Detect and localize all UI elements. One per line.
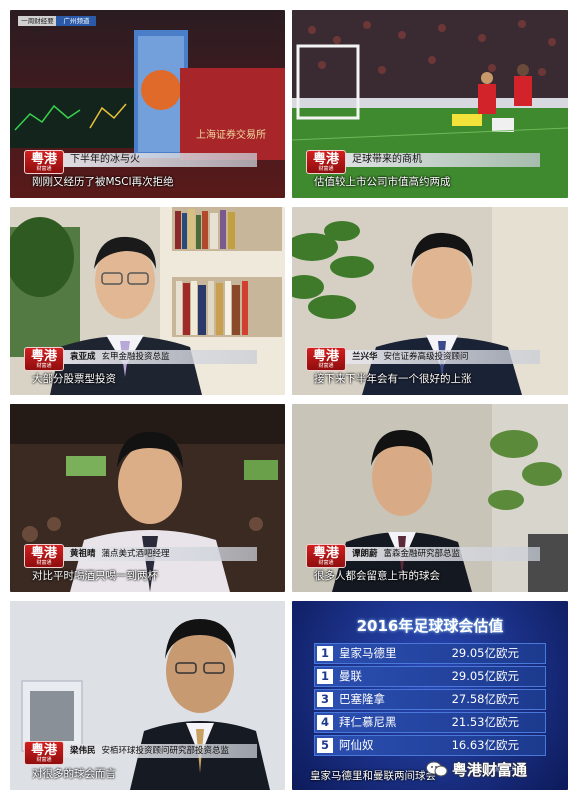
table-row: 1 皇家马德里 29.05亿欧元 bbox=[314, 643, 546, 664]
channel-logo: 粤港 财富通 bbox=[24, 544, 64, 568]
speaker-name: 梁伟民 bbox=[70, 746, 96, 756]
rank-badge: 1 bbox=[317, 646, 333, 661]
club-name: 曼联 bbox=[339, 669, 362, 683]
wechat-icon bbox=[426, 760, 448, 778]
channel-logo: 粤港 财富通 bbox=[24, 347, 64, 371]
rank-badge: 1 bbox=[317, 669, 333, 684]
caption-text: 足球带来的商机 bbox=[352, 154, 422, 165]
tv-program-tag: 一周财经要闻 bbox=[21, 17, 54, 35]
subtitle-text: 大部分股票型投资 bbox=[32, 373, 116, 385]
valuation-table: 1 皇家马德里 29.05亿欧元 1 曼联 29.05亿欧元 3 巴塞隆拿 27.58亿欧元… bbox=[314, 643, 546, 758]
channel-logo: 粤港 财富通 bbox=[306, 150, 346, 174]
table-row: 4 拜仁慕尼黑 21.53亿欧元 bbox=[314, 712, 546, 733]
club-name: 巴塞隆拿 bbox=[339, 692, 385, 706]
video-still-trading-floor[interactable]: 上海证券交易所 一周财经要闻 广州频道 粤港 财富通 下半年的冰与火 刚刚又经历了… bbox=[10, 10, 285, 198]
channel-logo: 粤港 财富通 bbox=[24, 150, 64, 174]
speaker-title: 玄甲金融投资总监 bbox=[101, 352, 170, 362]
video-still-interview-1[interactable]: 粤港 财富通 袁亚成 玄甲金融投资总监 大部分股票型投资 bbox=[10, 207, 285, 395]
speaker-name-bar: 谭朗蔚 富森金融研究部总监 bbox=[346, 547, 540, 561]
subtitle-text: 很多人都会留意上市的球会 bbox=[314, 570, 440, 582]
caption-bar: 下半年的冰与火 bbox=[64, 153, 257, 167]
wechat-watermark: 粤港财富通 bbox=[426, 757, 527, 781]
table-title: 2016年足球球会估值 bbox=[356, 617, 504, 635]
table-row: 1 曼联 29.05亿欧元 bbox=[314, 666, 546, 687]
table-row: 3 巴塞隆拿 27.58亿欧元 bbox=[314, 689, 546, 710]
tv-channel-tag: 广州频道 bbox=[63, 17, 90, 25]
rank-badge: 5 bbox=[317, 738, 333, 753]
subtitle-text: 对比平时喝酒只喝一到两杯 bbox=[32, 570, 158, 582]
club-value: 21.53亿欧元 bbox=[451, 715, 519, 729]
club-name: 拜仁慕尼黑 bbox=[339, 715, 397, 729]
speaker-name-bar: 黄祖晴 蒲点美式酒吧经理 bbox=[64, 547, 257, 561]
speaker-name: 黄祖晴 bbox=[70, 549, 96, 559]
club-name: 阿仙奴 bbox=[339, 738, 374, 752]
club-name: 皇家马德里 bbox=[339, 646, 397, 660]
speaker-title: 安信证券高级投资顾问 bbox=[383, 352, 469, 362]
caption-bar: 足球带来的商机 bbox=[346, 153, 540, 167]
channel-logo: 粤港 财富通 bbox=[306, 544, 346, 568]
speaker-title: 富森金融研究部总监 bbox=[383, 549, 461, 559]
video-still-interview-4[interactable]: 粤港 财富通 谭朗蔚 富森金融研究部总监 很多人都会留意上市的球会 bbox=[292, 404, 568, 592]
speaker-name-bar: 兰兴华 安信证券高级投资顾问 bbox=[346, 350, 540, 364]
speaker-name: 兰兴华 bbox=[352, 352, 378, 362]
video-still-interview-5[interactable]: 粤港 财富通 梁伟民 安栢环球投资顾问研究部投资总监 对很多的球会而言 bbox=[10, 601, 285, 790]
speaker-name-bar: 梁伟民 安栢环球投资顾问研究部投资总监 bbox=[64, 744, 257, 758]
speaker-title: 安栢环球投资顾问研究部投资总监 bbox=[101, 746, 230, 756]
table-row: 5 阿仙奴 16.63亿欧元 bbox=[314, 735, 546, 756]
speaker-name: 谭朗蔚 bbox=[352, 549, 378, 559]
rank-badge: 3 bbox=[317, 692, 333, 707]
speaker-title: 蒲点美式酒吧经理 bbox=[101, 549, 170, 559]
rank-badge: 4 bbox=[317, 715, 333, 730]
svg-text:上海证券交易所: 上海证券交易所 bbox=[196, 128, 266, 141]
video-still-football-match[interactable]: 粤港 财富通 足球带来的商机 估值较上市公司市值高约两成 bbox=[292, 10, 568, 198]
speaker-name: 袁亚成 bbox=[70, 352, 96, 362]
channel-logo: 粤港 财富通 bbox=[306, 347, 346, 371]
subtitle-text: 对很多的球会而言 bbox=[32, 768, 116, 780]
subtitle-text: 估值较上市公司市值高约两成 bbox=[314, 176, 451, 188]
club-value: 27.58亿欧元 bbox=[451, 692, 519, 706]
club-value: 29.05亿欧元 bbox=[451, 669, 519, 683]
club-value: 29.05亿欧元 bbox=[451, 646, 519, 660]
subtitle-text: 接下来下半年会有一个很好的上涨 bbox=[314, 373, 472, 385]
subtitle-text: 刚刚又经历了被MSCI再次拒绝 bbox=[32, 176, 174, 188]
channel-logo: 粤港 财富通 bbox=[24, 741, 64, 765]
video-still-interview-2[interactable]: 粤港 财富通 兰兴华 安信证券高级投资顾问 接下来下半年会有一个很好的上涨 bbox=[292, 207, 568, 395]
video-still-interview-3[interactable]: 粤港 财富通 黄祖晴 蒲点美式酒吧经理 对比平时喝酒只喝一到两杯 bbox=[10, 404, 285, 592]
speaker-name-bar: 袁亚成 玄甲金融投资总监 bbox=[64, 350, 257, 364]
watermark-text: 粤港财富通 bbox=[452, 760, 528, 779]
club-value: 16.63亿欧元 bbox=[451, 738, 519, 752]
caption-text: 下半年的冰与火 bbox=[70, 154, 140, 165]
